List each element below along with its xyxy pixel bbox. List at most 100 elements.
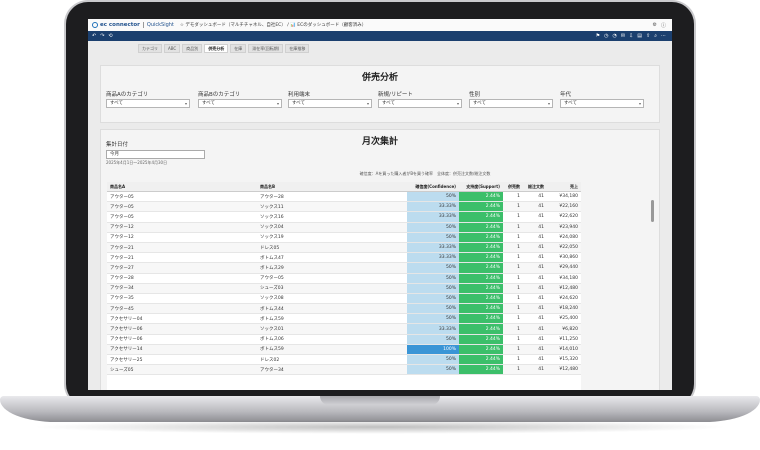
table-row[interactable]: アクセサリー06 ボトムス06 50% 2.44% 1 41 ¥11,250 [107, 334, 581, 345]
table-row[interactable]: アウター28 アウター05 50% 2.44% 1 41 ¥34,180 [107, 273, 581, 284]
breadcrumb[interactable]: ☆ デモダッシュボード（マルチチャネル、自社EC） / 📊 ECのダッシュボード… [180, 22, 366, 28]
table-row[interactable]: アクセサリー14 ボトムス59 100% 2.44% 1 41 ¥14,010 [107, 344, 581, 356]
table-cell: 2.44% [459, 262, 503, 274]
tab-abc[interactable]: ABC [164, 44, 181, 53]
more-icon[interactable]: ⋯ [661, 33, 666, 39]
table-row[interactable]: アウター35 ソックス08 50% 2.44% 1 41 ¥24,620 [107, 293, 581, 305]
table-cell: 1 [503, 191, 523, 203]
table-cell: 1 [503, 283, 523, 294]
table-row[interactable]: アクセサリー06 ソックス01 33.33% 2.44% 1 41 ¥6,820 [107, 323, 581, 335]
table-row[interactable]: アウター05 アウター28 50% 2.44% 1 41 ¥34,180 [107, 191, 581, 203]
table-cell: 33.33% [407, 252, 459, 264]
filter-category-b: 商品Bのカテゴリ すべて ▾ [198, 90, 282, 108]
table-row[interactable]: アウター05 ソックス11 33.33% 2.44% 1 41 ¥22,160 [107, 201, 581, 213]
scrollbar[interactable] [651, 200, 654, 222]
table-row[interactable]: アウター05 ソックス16 33.33% 2.44% 1 41 ¥22,620 [107, 211, 581, 223]
table-cell: 1 [503, 262, 523, 274]
table-cell: 50% [407, 303, 459, 315]
bookmark-icon[interactable]: ⚑ [596, 33, 600, 39]
alert-icon[interactable]: ◔ [612, 33, 616, 39]
column-header[interactable]: 支持度(Support) [459, 182, 503, 192]
info-icon[interactable]: ⓘ [661, 22, 666, 29]
table-cell: ¥24,080 [547, 232, 581, 243]
app-screen: ec connector QuickSight ☆ デモダッシュボード（マルチチ… [88, 19, 672, 390]
column-header[interactable]: 売上 [547, 182, 581, 192]
table-cell: ボトムス47 [257, 252, 407, 264]
table-row[interactable]: アクセサリー25 ドレス02 50% 2.44% 1 41 ¥15,320 [107, 354, 581, 366]
schedule-icon[interactable]: ◷ [604, 33, 608, 39]
filter-select[interactable]: すべて ▾ [378, 99, 462, 108]
table-cell: アクセサリー14 [107, 344, 257, 356]
table-row[interactable]: シューズ05 アウター34 50% 2.44% 1 41 ¥12,480 [107, 364, 581, 376]
table-row[interactable]: アウター21 ボトムス47 33.33% 2.44% 1 41 ¥30,860 [107, 252, 581, 264]
chevron-down-icon: ▾ [456, 101, 459, 106]
export-icon[interactable]: ▤ [637, 33, 642, 39]
search-icon[interactable]: ⌕ [654, 33, 657, 39]
table-cell: 100% [407, 344, 459, 356]
table-cell: アウター28 [257, 191, 407, 203]
table-cell: 1 [503, 344, 523, 356]
table-cell: 2.44% [459, 283, 503, 294]
reset-icon[interactable]: ⟲ [108, 33, 112, 39]
table-cell: ボトムス06 [257, 334, 407, 345]
table-cell: ボトムス44 [257, 303, 407, 315]
tab-turnover[interactable]: 滞在率(回転期) [248, 44, 284, 53]
table-cell: 33.33% [407, 201, 459, 213]
tab-inventory-trend[interactable]: 在庫推移 [285, 44, 310, 53]
chevron-down-icon: ▾ [184, 101, 187, 106]
table-row[interactable]: アウター21 ドレス05 33.33% 2.44% 1 41 ¥22,050 [107, 242, 581, 254]
table-cell: ボトムス29 [257, 262, 407, 274]
tab-inventory[interactable]: 在庫 [230, 44, 247, 53]
share-icon[interactable]: ⇪ [646, 33, 650, 39]
table-cell: 41 [523, 201, 547, 213]
table-cell: ¥24,620 [547, 293, 581, 305]
table-row[interactable]: アクセサリー04 ボトムス59 50% 2.44% 1 41 ¥25,400 [107, 313, 581, 325]
table-cell: 1 [503, 273, 523, 284]
redo-icon[interactable]: ↷ [100, 33, 104, 39]
table-cell: 2.44% [459, 344, 503, 356]
table-row[interactable]: アウター27 ボトムス29 50% 2.44% 1 41 ¥29,440 [107, 262, 581, 274]
tab-category[interactable]: カテゴリ [138, 44, 162, 53]
column-header[interactable]: 確信度(Confidence) [407, 182, 459, 192]
column-header[interactable]: 商品名A [107, 182, 257, 192]
table-cell: ドレス02 [257, 354, 407, 366]
settings-icon[interactable]: ⚙ [653, 22, 657, 29]
filter-select[interactable]: すべて ▾ [469, 99, 553, 108]
table-cell: アウター12 [107, 222, 257, 233]
table-cell: ¥22,050 [547, 242, 581, 254]
tab-cross-sell[interactable]: 併売分析 [204, 44, 229, 53]
table-cell: 41 [523, 334, 547, 345]
tab-by-product[interactable]: 商品別 [182, 44, 203, 53]
table-row[interactable]: アウター12 ソックス04 50% 2.44% 1 41 ¥23,940 [107, 222, 581, 233]
table-cell: 41 [523, 222, 547, 233]
table-cell: ¥14,010 [547, 344, 581, 356]
table-row[interactable]: アウター45 ボトムス44 50% 2.44% 1 41 ¥18,240 [107, 303, 581, 315]
chevron-down-icon: ▾ [276, 101, 279, 106]
table-cell: アウター35 [107, 293, 257, 305]
filter-label: 新規/リピート [378, 92, 413, 98]
table-cell: アクセサリー04 [107, 313, 257, 325]
download-icon[interactable]: ⇩ [629, 33, 633, 39]
table-cell: ¥11,250 [547, 334, 581, 345]
table-row[interactable]: アウター34 シューズ03 50% 2.44% 1 41 ¥12,480 [107, 283, 581, 294]
table-cell: 1 [503, 201, 523, 213]
column-header[interactable]: 併売数 [503, 182, 523, 192]
filter-select[interactable]: すべて ▾ [288, 99, 372, 108]
undo-icon[interactable]: ↶ [92, 33, 96, 39]
table-cell: 2.44% [459, 334, 503, 345]
filter-select[interactable]: すべて ▾ [560, 99, 644, 108]
table-cell: 50% [407, 283, 459, 294]
table-cell: 1 [503, 364, 523, 376]
filter-select[interactable]: すべて ▾ [198, 99, 282, 108]
column-header[interactable]: 商品名B [257, 182, 407, 192]
table-cell: シューズ03 [257, 283, 407, 294]
filter-select[interactable]: すべて ▾ [106, 99, 190, 108]
table-row[interactable]: アウター12 ソックス19 50% 2.44% 1 41 ¥24,080 [107, 232, 581, 243]
table-cell: ¥12,480 [547, 283, 581, 294]
table-cell: アウター21 [107, 252, 257, 264]
subscribe-icon[interactable]: ✉ [621, 33, 625, 39]
filter-age: 年代 すべて ▾ [560, 90, 644, 108]
toolbar: ↶ ↷ ⟲ ⚑ ◷ ◔ ✉ ⇩ ▤ ⇪ ⌕ ⋯ [88, 31, 672, 41]
column-header[interactable]: 総注文数 [523, 182, 547, 192]
date-select[interactable]: 今月 [106, 150, 205, 159]
